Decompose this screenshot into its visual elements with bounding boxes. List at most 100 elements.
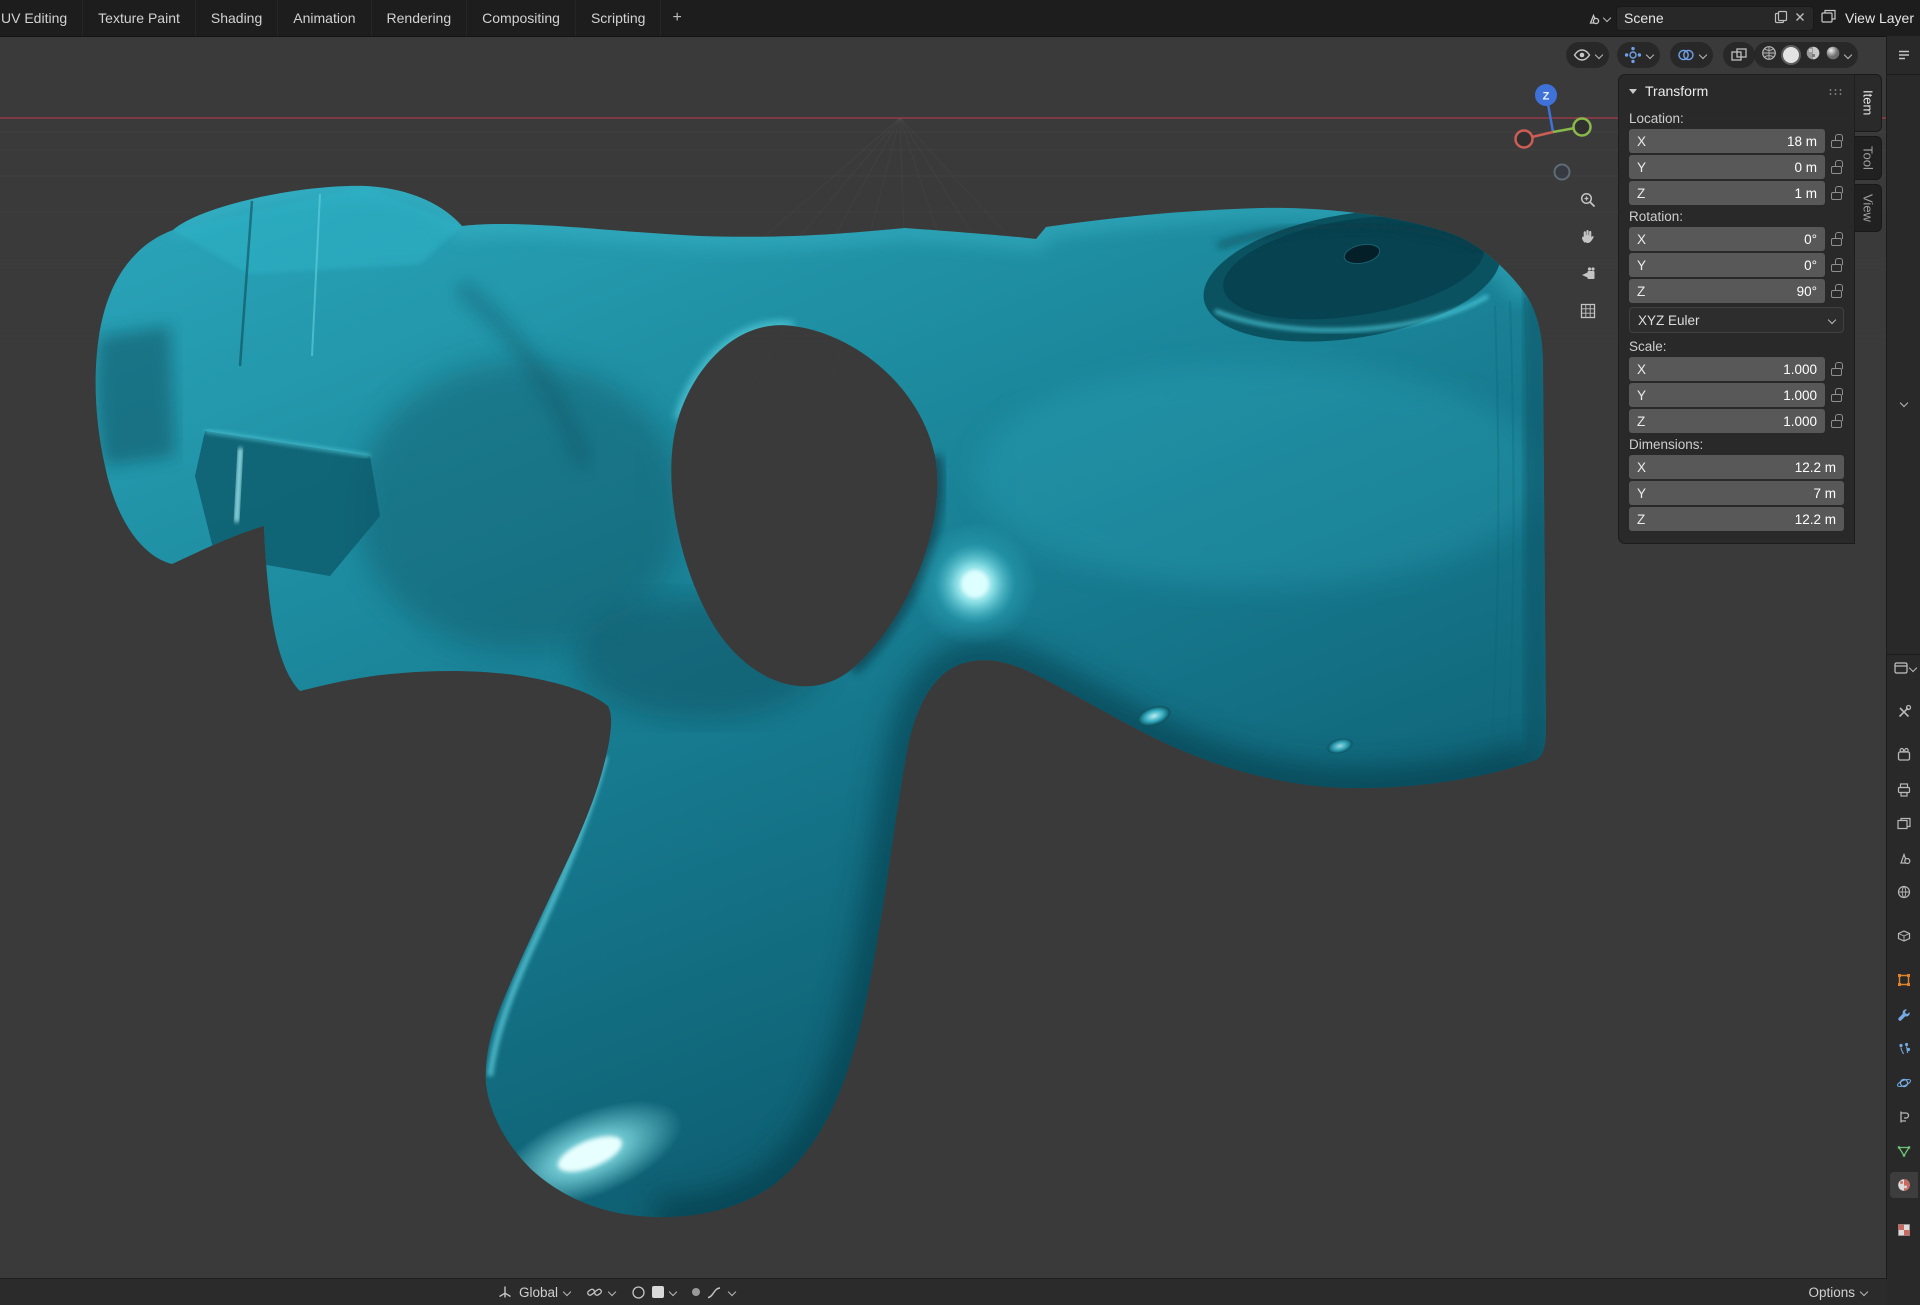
snap-target-dropdown[interactable]	[586, 1284, 615, 1301]
transform-orientation-dropdown[interactable]: Global	[497, 1284, 570, 1300]
add-workspace-button[interactable]: +	[661, 0, 692, 36]
location-x-field[interactable]: X18 m	[1629, 129, 1825, 153]
sidebar-tab-item[interactable]: Item	[1855, 74, 1882, 132]
toggle-grid-button[interactable]	[1576, 299, 1600, 323]
scale-x-field[interactable]: X1.000	[1629, 357, 1825, 381]
rotation-y-field[interactable]: Y0°	[1629, 253, 1825, 277]
object-visibility-button[interactable]	[1566, 42, 1609, 68]
rotation-z-field[interactable]: Z90°	[1629, 279, 1825, 303]
properties-tab-collection[interactable]	[1890, 923, 1918, 949]
properties-tab-scene[interactable]	[1890, 845, 1918, 871]
overlays-icon	[1677, 46, 1695, 64]
properties-tab-output[interactable]	[1890, 777, 1918, 803]
magnifier-icon	[1579, 191, 1597, 209]
dimensions-x-field[interactable]: X12.2 m	[1629, 455, 1844, 479]
sidebar-tab-label: Tool	[1861, 146, 1876, 170]
chevron-down-icon	[669, 1288, 677, 1296]
axis-y-handle[interactable]	[1574, 119, 1591, 136]
grid-icon	[1579, 302, 1597, 320]
sidebar-tab-label: View	[1861, 194, 1876, 222]
workspace-tab-compositing[interactable]: Compositing	[467, 0, 576, 36]
scale-z-field[interactable]: Z1.000	[1629, 409, 1825, 433]
region-expand-button[interactable]	[1890, 390, 1918, 416]
viewport-3d[interactable]	[0, 36, 1888, 1279]
scene-name-field[interactable]: Scene	[1616, 6, 1814, 31]
sidebar-tab-tool[interactable]: Tool	[1855, 136, 1882, 180]
axis-value: 0 m	[1794, 160, 1817, 175]
lock-open-icon[interactable]	[1831, 284, 1844, 298]
workspace-tab-rendering[interactable]: Rendering	[372, 0, 468, 36]
axis-x-handle[interactable]	[1516, 131, 1533, 148]
show-overlays-button[interactable]	[1670, 42, 1713, 68]
dimensions-y-field[interactable]: Y7 m	[1629, 481, 1844, 505]
camera-view-button[interactable]	[1576, 262, 1600, 286]
properties-tab-texture[interactable]	[1890, 1217, 1918, 1243]
lock-open-icon[interactable]	[1831, 186, 1844, 200]
transform-panel-header[interactable]: Transform	[1619, 75, 1854, 107]
rotation-mode-dropdown[interactable]: XYZ Euler	[1629, 307, 1844, 333]
axis-z-negative-handle[interactable]	[1555, 165, 1570, 180]
properties-tab-constraints[interactable]	[1890, 1104, 1918, 1130]
properties-tab-modifiers[interactable]	[1890, 1002, 1918, 1028]
lock-open-icon[interactable]	[1831, 232, 1844, 246]
lock-open-icon[interactable]	[1831, 414, 1844, 428]
wireframe-shading-button[interactable]	[1761, 45, 1777, 66]
location-y-field[interactable]: Y0 m	[1629, 155, 1825, 179]
axis-z-label: Z	[1543, 91, 1550, 103]
toggle-xray-button[interactable]	[1723, 42, 1755, 68]
editor-type-button[interactable]	[1890, 655, 1918, 681]
proportional-editing-group[interactable]	[631, 1285, 676, 1300]
rotation-x-field[interactable]: X0°	[1629, 227, 1825, 251]
proportional-falloff-group[interactable]	[692, 1285, 735, 1300]
axis-value: 90°	[1797, 284, 1817, 299]
properties-tab-object-data[interactable]	[1890, 1138, 1918, 1164]
location-z-field[interactable]: Z1 m	[1629, 181, 1825, 205]
shading-mode-group	[1754, 42, 1858, 68]
lock-open-icon[interactable]	[1831, 388, 1844, 402]
workspace-tab-shading[interactable]: Shading	[196, 0, 278, 36]
properties-tab-tool[interactable]	[1890, 699, 1918, 725]
sidebar-tab-label: Item	[1861, 90, 1876, 115]
axis-label: Z	[1637, 414, 1645, 429]
lock-open-icon[interactable]	[1831, 362, 1844, 376]
particles-icon	[1896, 1041, 1912, 1057]
zoom-tool-button[interactable]	[1576, 188, 1600, 212]
new-scene-icon[interactable]	[1774, 10, 1788, 27]
axis-value: 18 m	[1787, 134, 1817, 149]
workspace-tab-scripting[interactable]: Scripting	[576, 0, 661, 36]
location-fields: X18 m Y0 m Z1 m	[1619, 129, 1854, 205]
workspace-tab-texture-paint[interactable]: Texture Paint	[83, 0, 196, 36]
panel-grip-icon[interactable]	[1828, 88, 1844, 95]
show-gizmo-button[interactable]	[1617, 42, 1660, 68]
properties-tab-material[interactable]	[1890, 1172, 1918, 1198]
pan-tool-button[interactable]	[1576, 225, 1600, 249]
chevron-down-icon	[1699, 51, 1707, 59]
lock-open-icon[interactable]	[1831, 258, 1844, 272]
properties-tab-render[interactable]	[1890, 742, 1918, 768]
axis-value: 1.000	[1783, 362, 1817, 377]
axis-label: Z	[1637, 512, 1645, 527]
navigation-gizmo[interactable]: Z	[1506, 76, 1606, 186]
unlink-scene-icon[interactable]	[1794, 10, 1806, 26]
options-dropdown[interactable]: Options	[1808, 1285, 1867, 1300]
view-layer-field[interactable]: View Layer	[1843, 7, 1916, 30]
solid-shading-button[interactable]	[1781, 45, 1801, 65]
material-preview-shading-button[interactable]	[1805, 45, 1821, 66]
scene-browse-icon[interactable]	[1585, 10, 1610, 26]
dimensions-z-field[interactable]: Z12.2 m	[1629, 507, 1844, 531]
lock-open-icon[interactable]	[1831, 160, 1844, 174]
rendered-shading-button[interactable]	[1825, 45, 1841, 66]
properties-tab-world[interactable]	[1890, 879, 1918, 905]
properties-tab-object[interactable]	[1890, 967, 1918, 993]
workspace-tab-uv-editing[interactable]: UV Editing	[0, 0, 83, 36]
properties-tab-view-layer[interactable]	[1890, 811, 1918, 837]
properties-tab-particles[interactable]	[1890, 1036, 1918, 1062]
scale-y-field[interactable]: Y1.000	[1629, 383, 1825, 407]
workspace-tab-animation[interactable]: Animation	[278, 0, 371, 36]
dimensions-fields: X12.2 m Y7 m Z12.2 m	[1619, 455, 1854, 531]
lock-open-icon[interactable]	[1831, 134, 1844, 148]
outliner-display-mode-button[interactable]	[1890, 42, 1918, 68]
properties-tab-physics[interactable]	[1890, 1070, 1918, 1096]
chevron-down-icon	[608, 1288, 616, 1296]
sidebar-tab-view[interactable]: View	[1855, 184, 1882, 232]
